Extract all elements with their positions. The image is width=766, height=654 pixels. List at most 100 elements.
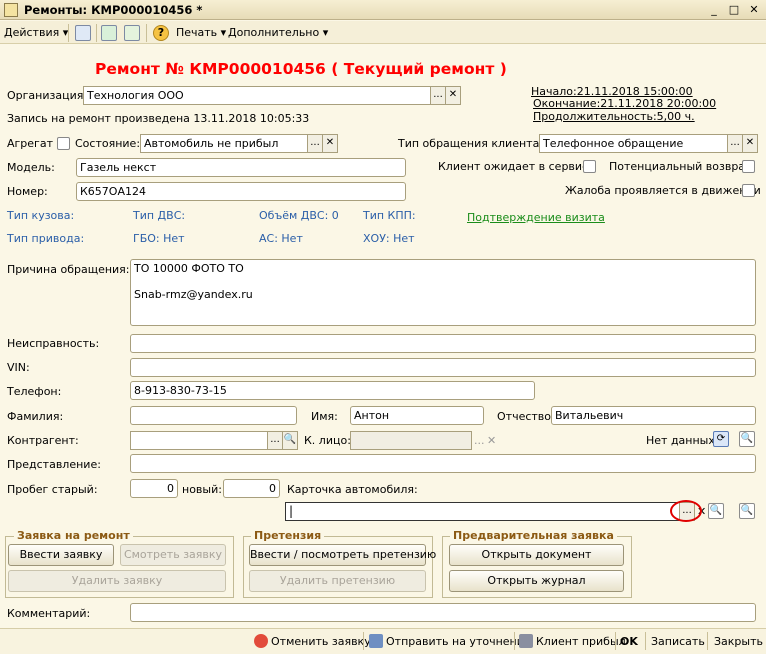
toolbar-separator [96, 24, 97, 42]
send-clarify-button[interactable]: Отправить на уточнение [369, 634, 531, 650]
open-document-button[interactable]: Открыть документ [449, 544, 624, 566]
appeal-type-label: Тип обращения клиента: [398, 137, 544, 150]
client-arrived-label: Клиент прибыл [536, 635, 626, 648]
send-clarify-label: Отправить на уточнение [386, 635, 531, 648]
appeal-clear-icon[interactable]: ✕ [742, 134, 758, 153]
record-made-text: Запись на ремонт произведена 13.11.2018 … [7, 112, 310, 125]
phone-field[interactable]: 8-913-830-73-15 [130, 381, 535, 400]
contact-person-label: К. лицо: [304, 434, 351, 447]
drive-type-link[interactable]: Тип привода: [7, 232, 84, 246]
maximize-button[interactable]: □ [726, 3, 742, 17]
state-field[interactable]: Автомобиль не прибыл [140, 134, 308, 153]
vin-field[interactable] [130, 358, 756, 377]
ac-link[interactable]: АС: Нет [259, 232, 303, 246]
reason-line-1: ТО 10000 ФОТО ТО [134, 262, 244, 275]
client-arrived-button[interactable]: Клиент прибыл [519, 634, 626, 650]
contractor-select-button[interactable]: ... [267, 431, 283, 450]
car-card-find-icon[interactable]: 🔍 [739, 503, 755, 519]
footer-separator [363, 632, 364, 650]
waiting-checkbox[interactable] [583, 160, 596, 173]
state-clear-icon[interactable]: ✕ [322, 134, 338, 153]
ok-button[interactable]: OK [620, 634, 638, 650]
visit-confirmation-link[interactable]: Подтверждение визита [467, 211, 605, 224]
toolbar-separator [146, 24, 147, 42]
help-icon[interactable]: ? [153, 25, 169, 41]
number-field[interactable]: К657ОА124 [76, 182, 406, 201]
car-card-field[interactable] [285, 502, 680, 521]
org-field[interactable]: Технология ООО [83, 86, 431, 105]
enter-request-button[interactable]: Ввести заявку [8, 544, 114, 566]
preliminary-group-title: Предварительная заявка [450, 529, 617, 543]
delete-request-button[interactable]: Удалить заявку [8, 570, 226, 592]
potential-return-checkbox[interactable] [742, 160, 755, 173]
appeal-type-field[interactable]: Телефонное обращение [539, 134, 728, 153]
gbo-link[interactable]: ГБО: Нет [133, 232, 185, 246]
first-name-label: Имя: [311, 410, 338, 423]
middle-name-label: Отчество: [497, 410, 555, 423]
gearbox-type-link[interactable]: Тип КПП: [363, 209, 416, 223]
reason-line-2: Snab-rmz@yandex.ru [134, 288, 253, 301]
appeal-select-button[interactable]: ... [727, 134, 743, 153]
duration[interactable]: Продолжительность:5,00 ч. [533, 110, 695, 124]
refresh-icon[interactable] [101, 25, 117, 41]
request-group-title: Заявка на ремонт [14, 529, 133, 543]
actions-menu[interactable]: Действия ▾ [4, 25, 68, 41]
footer-separator [707, 632, 708, 650]
comment-field[interactable] [130, 603, 756, 622]
title-bar: Ремонты: КМР000010456 * _ □ ✕ [0, 0, 766, 20]
new-mileage-field[interactable]: 0 [223, 479, 280, 498]
post-icon[interactable] [75, 25, 91, 41]
app-icon [4, 3, 18, 17]
contact-person-clear-icon: ✕ [487, 434, 497, 447]
aggregate-checkbox[interactable] [57, 137, 70, 150]
model-field[interactable]: Газель некст [76, 158, 406, 177]
highlight-circle [670, 500, 702, 522]
claim-delete-button[interactable]: Удалить претензию [249, 570, 426, 592]
waiting-label: Клиент ожидает в сервисе [438, 160, 595, 173]
copy-icon[interactable] [124, 25, 140, 41]
more-menu[interactable]: Дополнительно ▾ [228, 25, 328, 41]
fault-field[interactable] [130, 334, 756, 353]
middle-name-field[interactable]: Витальевич [551, 406, 756, 425]
contractor-label: Контрагент: [7, 434, 79, 447]
complaint-checkbox[interactable] [742, 184, 755, 197]
car-card-search-icon[interactable]: 🔍 [708, 503, 724, 519]
footer-separator [645, 632, 646, 650]
cancel-request-button[interactable]: Отменить заявку [254, 634, 371, 650]
document-title: Ремонт № КМР000010456 ( Текущий ремонт ) [95, 60, 507, 78]
body-type-link[interactable]: Тип кузова: [7, 209, 74, 223]
sync-icon[interactable]: ⟳ [713, 431, 729, 447]
org-select-button[interactable]: ... [430, 86, 446, 105]
close-window-button[interactable]: ✕ [746, 3, 762, 17]
old-mileage-label: Пробег старый: [7, 483, 98, 496]
representation-field[interactable] [130, 454, 756, 473]
model-label: Модель: [7, 161, 55, 174]
open-journal-button[interactable]: Открыть журнал [449, 570, 624, 592]
print-menu[interactable]: Печать ▾ [176, 25, 226, 41]
contact-person-select-button: ... [474, 434, 485, 447]
new-mileage-label: новый: [182, 483, 222, 496]
minimize-button[interactable]: _ [706, 3, 722, 17]
save-button[interactable]: Записать [651, 634, 705, 650]
contractor-search-icon[interactable]: 🔍 [282, 431, 298, 450]
first-name-field[interactable]: Антон [350, 406, 484, 425]
state-select-button[interactable]: ... [307, 134, 323, 153]
org-clear-icon[interactable]: ✕ [445, 86, 461, 105]
contact-person-field [350, 431, 472, 450]
end-time[interactable]: Окончание:21.11.2018 20:00:00 [533, 97, 716, 111]
contractor-field[interactable] [130, 431, 268, 450]
engine-type-link[interactable]: Тип ДВС: [133, 209, 185, 223]
engine-volume-link[interactable]: Объём ДВС: 0 [259, 209, 339, 223]
close-button[interactable]: Закрыть [714, 634, 763, 650]
vin-label: VIN: [7, 361, 30, 374]
contractor-find-icon[interactable]: 🔍 [739, 431, 755, 447]
view-request-button[interactable]: Смотреть заявку [120, 544, 226, 566]
window-title: Ремонты: КМР000010456 * [24, 3, 203, 17]
complaint-label: Жалоба проявляется в движении [565, 184, 761, 197]
reason-textarea[interactable]: ТО 10000 ФОТО ТО Snab-rmz@yandex.ru [130, 259, 756, 326]
phone-label: Телефон: [7, 385, 62, 398]
last-name-field[interactable] [130, 406, 297, 425]
old-mileage-field[interactable]: 0 [130, 479, 178, 498]
hou-link[interactable]: ХОУ: Нет [363, 232, 415, 246]
claim-enter-button[interactable]: Ввести / посмотреть претензию [249, 544, 436, 566]
